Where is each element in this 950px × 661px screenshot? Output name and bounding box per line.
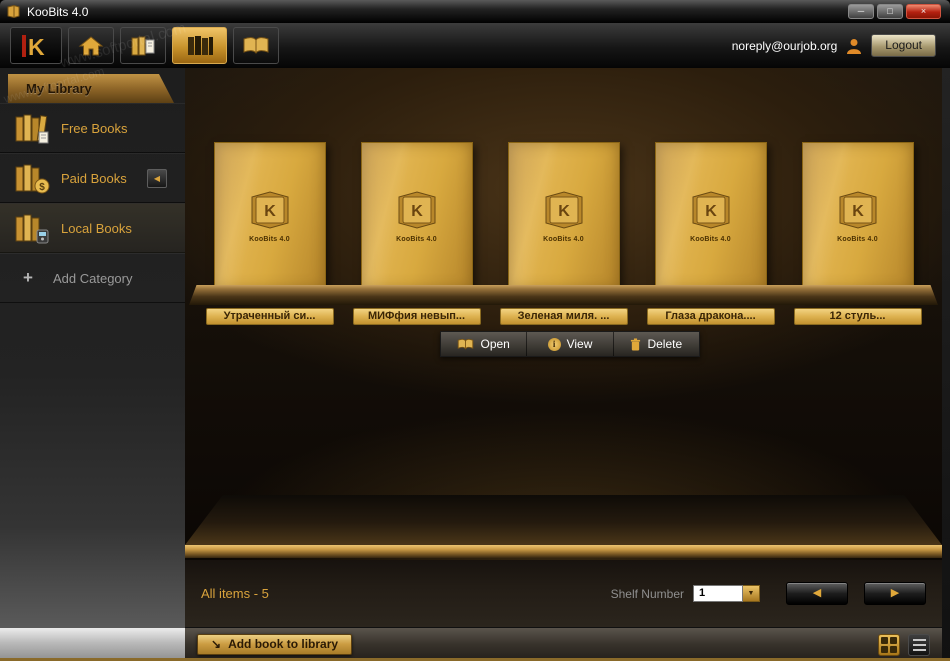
open-book-icon [243,36,269,54]
book-title-label[interactable]: 12 стуль... [793,308,922,325]
collapse-button[interactable]: ◀ [147,169,167,188]
sidebar-item-label: Paid Books [61,170,127,186]
book-labels-row: Утраченный си... МИФфия невып... Зеленая… [185,308,942,325]
menu-item-label: Delete [647,337,683,351]
book-cover[interactable]: K KooBits 4.0 [360,142,473,290]
svg-text:K: K [705,203,717,220]
sidebar-item-local-books[interactable]: Local Books [0,203,185,253]
info-icon: i [547,337,561,351]
bookshelf-icon [187,35,213,55]
plus-icon: + [23,268,33,287]
svg-text:K: K [411,203,423,220]
shelf-number-dropdown[interactable]: 1 ▼ [693,585,760,602]
bookstore-button[interactable] [120,27,166,64]
reader-button[interactable] [233,27,279,64]
sidebar-header: My Library [8,74,174,103]
next-shelf-button[interactable]: ▶ [864,582,926,605]
my-library-button[interactable] [172,27,227,64]
book-title-label[interactable]: Зеленая миля. ... [499,308,628,325]
minimize-button[interactable]: ─ [848,4,874,19]
book-title-label[interactable]: Глаза дракона.... [646,308,775,325]
cover-label: KooBits 4.0 [396,236,437,243]
book-cover-icon: K [692,191,729,229]
book-context-menu: Open i View Delete [440,331,700,357]
cover-label: KooBits 4.0 [543,236,584,243]
close-button[interactable]: × [906,4,941,19]
user-email: noreply@ourjob.org [731,38,838,53]
window-title: KooBits 4.0 [27,4,89,19]
book-title-label[interactable]: МИФфия невып... [352,308,481,325]
svg-text:K: K [264,203,276,220]
book-cover-icon: K [839,191,876,229]
book-cover-icon: K [398,191,435,229]
free-books-icon [15,114,49,144]
sidebar-item-paid-books[interactable]: $ Paid Books ◀ [0,153,185,203]
add-book-label: Add book to library [228,637,339,651]
svg-text:K: K [28,34,45,60]
koobits-logo-button[interactable]: K [10,27,62,64]
bottom-bar: ↘ Add book to library [185,627,942,658]
local-books-icon [15,214,49,244]
book-cover[interactable]: K KooBits 4.0 [213,142,326,290]
book-cover[interactable]: K KooBits 4.0 [507,142,620,290]
menu-item-view[interactable]: i View [527,332,614,356]
bookshelf-area: K KooBits 4.0 K KooBits 4.0 K KooBits 4.… [185,68,942,560]
grid-view-button[interactable] [878,633,900,656]
trash-icon [631,337,641,350]
logout-button[interactable]: Logout [871,34,936,57]
shelf-ledge-bottom-front [185,545,942,558]
previous-shelf-button[interactable]: ◀ [786,582,848,605]
koobits-logo-icon: K [22,34,45,60]
app-window: KooBits 4.0 ─ □ × K noreply@ourjob.org L… [0,0,950,661]
add-book-button[interactable]: ↘ Add book to library [197,634,353,655]
sidebar-item-label: Free Books [61,120,128,136]
maximize-button[interactable]: □ [877,4,903,19]
main-toolbar: K noreply@ourjob.org Logout [0,19,950,72]
sidebar-item-add-category[interactable]: + Add Category [0,253,185,303]
sidebar-item-label: Add Category [53,270,133,286]
book-cover[interactable]: K KooBits 4.0 [654,142,767,290]
window-frame-right [942,68,950,658]
home-button[interactable] [68,27,114,64]
arrow-down-right-icon: ↘ [211,637,222,651]
menu-item-label: Open [480,337,510,351]
svg-text:K: K [558,203,570,220]
cover-label: KooBits 4.0 [837,236,878,243]
menu-item-open[interactable]: Open [441,332,528,356]
shelf-number-label: Shelf Number [610,586,684,601]
list-view-button[interactable] [908,633,930,656]
chevron-down-icon[interactable]: ▼ [743,585,760,602]
title-bar: KooBits 4.0 ─ □ × [0,0,950,23]
book-title-label[interactable]: Утраченный си... [205,308,334,325]
app-icon [7,4,20,19]
home-icon [78,35,104,55]
book-cover-icon: K [251,191,288,229]
shelf-ledge-top [189,285,938,305]
shelf-number-value: 1 [693,585,743,602]
bottom-bar-left [0,627,185,658]
cover-label: KooBits 4.0 [690,236,731,243]
sidebar-item-label: Local Books [61,220,132,236]
books-row: K KooBits 4.0 K KooBits 4.0 K KooBits 4.… [185,142,942,290]
open-book-icon [458,338,474,350]
menu-item-label: View [566,337,593,351]
paid-books-icon: $ [15,164,50,194]
svg-text:K: K [852,203,864,220]
menu-item-delete[interactable]: Delete [614,332,699,356]
status-bar: All items - 5 Shelf Number 1 ▼ ◀ ▶ [185,560,942,627]
user-icon [847,38,862,54]
sidebar-item-free-books[interactable]: Free Books [0,103,185,153]
svg-text:$: $ [39,182,45,193]
sidebar: My Library Free Books $ Paid Books ◀ Loc… [0,64,185,627]
shelf-ledge-bottom-surface [185,495,942,545]
book-cover[interactable]: K KooBits 4.0 [801,142,914,290]
books-page-icon [131,36,155,55]
cover-label: KooBits 4.0 [249,236,290,243]
all-items-count: All items - 5 [201,586,269,601]
book-cover-icon: K [545,191,582,229]
